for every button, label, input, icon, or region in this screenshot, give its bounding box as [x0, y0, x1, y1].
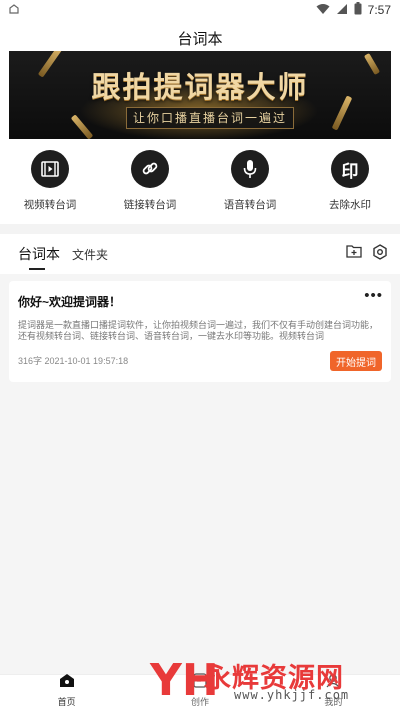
seal-glyph: 印 — [341, 161, 359, 181]
feature-label: 视频转台词 — [23, 199, 77, 211]
more-options-icon[interactable]: ••• — [364, 287, 383, 304]
link-icon — [131, 150, 169, 188]
active-tab-indicator — [29, 268, 45, 270]
feature-video-to-script[interactable]: 视频转台词 — [0, 150, 100, 216]
feature-remove-watermark[interactable]: 印 去除水印 — [300, 150, 400, 216]
promo-banner[interactable]: 跟拍提词器大师 让你口播直播台词一遍过 — [9, 51, 391, 139]
feature-link-to-script[interactable]: 链接转台词 — [100, 150, 200, 216]
nav-label: 首页 — [57, 697, 76, 707]
microphone-icon — [231, 150, 269, 188]
home-icon — [59, 673, 75, 693]
status-bar: 7:57 — [0, 0, 400, 20]
clock: 7:57 — [367, 3, 391, 17]
script-card[interactable]: 你好~欢迎提词器！ ••• 提词器是一款直播口播提词软件，让你拍视频台词一遍过，… — [9, 281, 391, 382]
bottom-nav: 首页 创作 我的 — [0, 673, 400, 711]
signal-icon — [336, 3, 348, 18]
seal-icon: 印 — [331, 150, 369, 188]
battery-icon — [354, 2, 362, 18]
feature-voice-to-script[interactable]: 语音转台词 — [200, 150, 300, 216]
profile-icon — [325, 673, 341, 693]
feature-label: 链接转台词 — [123, 199, 177, 211]
feature-label: 去除水印 — [329, 199, 371, 211]
film-icon — [31, 150, 69, 188]
script-preview: 提词器是一款直播口播提词软件，让你拍视频台词一遍过，我们不仅有手动创建台词功能，… — [18, 320, 379, 341]
nav-create[interactable]: 创作 — [133, 673, 266, 711]
script-title: 你好~欢迎提词器！ — [18, 295, 122, 309]
tab-folders[interactable]: 文件夹 — [72, 246, 108, 263]
notification-icon — [8, 3, 20, 18]
banner-headline: 跟拍提词器大师 — [91, 70, 309, 104]
nav-label: 我的 — [324, 697, 343, 707]
script-tabs: 台词本 文件夹 — [0, 234, 400, 274]
tab-scripts[interactable]: 台词本 — [18, 244, 60, 264]
wifi-icon — [316, 3, 330, 18]
nav-label: 创作 — [190, 697, 209, 707]
create-icon — [192, 673, 208, 693]
start-prompter-button[interactable]: 开始提词 — [330, 351, 382, 371]
feature-shortcuts: 视频转台词 链接转台词 语音转台词 印 去除水印 — [0, 150, 400, 216]
feature-label: 语音转台词 — [223, 199, 277, 211]
section-divider — [0, 224, 400, 234]
banner-subline: 让你口播直播台词一遍过 — [126, 107, 294, 129]
script-meta: 316字 2021-10-01 19:57:18 — [18, 356, 129, 366]
nav-home[interactable]: 首页 — [0, 673, 133, 711]
new-folder-icon[interactable] — [346, 244, 362, 265]
page-title: 台词本 — [177, 30, 223, 48]
nav-profile[interactable]: 我的 — [267, 673, 400, 711]
settings-icon[interactable] — [372, 244, 388, 265]
